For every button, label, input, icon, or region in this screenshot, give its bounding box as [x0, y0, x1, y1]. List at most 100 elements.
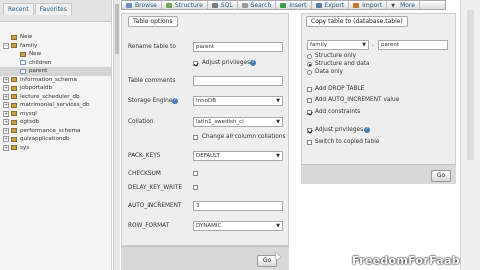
expand-icon[interactable]: + — [3, 136, 9, 143]
tree-database-item[interactable]: + performance_schema — [0, 127, 111, 136]
expand-icon[interactable]: + — [3, 144, 9, 151]
expand-icon[interactable]: + — [3, 93, 9, 100]
expand-icon[interactable]: + — [3, 119, 9, 126]
copy-db-select[interactable]: family ▼ — [307, 40, 369, 50]
tree-database-item[interactable]: + jobportaldb — [0, 84, 111, 93]
nav-scrollbar-thumb[interactable] — [115, 4, 119, 54]
chevron-down-icon: ▼ — [276, 223, 280, 229]
tree-table-item[interactable]: +parent — [0, 67, 111, 76]
database-icon — [11, 136, 17, 142]
menu-item-structure[interactable]: Structure — [162, 1, 208, 9]
navigation-panel: Recent Favorites +New−family+New+childre… — [0, 0, 112, 270]
expand-icon[interactable]: + — [3, 85, 9, 92]
auto-increment-input[interactable]: 3 — [193, 201, 283, 211]
copy-option-checkbox[interactable] — [307, 110, 312, 115]
copy-option-label: Adjust privileges — [315, 127, 364, 133]
tree-new-item[interactable]: +New — [0, 50, 111, 59]
copy-mode-label: Structure only — [315, 53, 357, 59]
menu-item-browse[interactable]: Browse — [122, 1, 162, 9]
main-scrollbar-thumb[interactable] — [467, 10, 474, 160]
row-format-select[interactable]: DYNAMIC ▼ — [193, 221, 283, 231]
chevron-down-icon: ▼ — [276, 98, 280, 104]
tree-database-item[interactable]: + ogtsdb — [0, 118, 111, 127]
new-icon — [20, 51, 26, 57]
database-icon — [11, 119, 17, 125]
tree-item-label: New — [29, 51, 42, 57]
copy-table-input[interactable]: parent — [378, 40, 448, 50]
menu-item-insert[interactable]: Insert — [276, 1, 312, 9]
help-icon[interactable]: ? — [364, 127, 370, 133]
collation-select[interactable]: latin1_swedish_ci ▼ — [193, 117, 283, 127]
tree-database-item[interactable]: − family — [0, 42, 111, 51]
engine-label: Storage Engine — [128, 98, 173, 104]
menu-item-more[interactable]: ▼ More — [387, 1, 420, 9]
pack-keys-select[interactable]: DEFAULT ▼ — [193, 151, 283, 161]
comments-label: Table comments — [128, 78, 176, 84]
expand-icon[interactable]: + — [3, 76, 9, 83]
copy-option-checkbox[interactable] — [307, 98, 312, 103]
auto-increment-label: AUTO_INCREMENT — [128, 203, 182, 209]
rename-label: Rename table to — [128, 44, 176, 50]
menu-item-search[interactable]: Search — [238, 1, 277, 9]
chevron-down-icon: ▼ — [276, 153, 280, 159]
change-collations-checkbox[interactable] — [193, 135, 198, 140]
nav-tab-favorites[interactable]: Favorites — [34, 3, 72, 15]
menu-item-sql[interactable]: SQL — [208, 1, 238, 9]
menu-item-label: Import — [362, 1, 383, 9]
table-icon — [20, 68, 26, 74]
tree-database-item[interactable]: + matrimonial_services_db — [0, 101, 111, 110]
copy-mode-radio[interactable] — [307, 54, 312, 59]
main-scrollbar[interactable] — [460, 0, 480, 270]
checksum-checkbox[interactable] — [193, 171, 198, 176]
copy-db-value: family — [310, 42, 327, 48]
tree-item-label: sys — [20, 144, 30, 151]
engine-select[interactable]: InnoDB ▼ — [193, 96, 283, 106]
change-collations-label: Change all column collations — [202, 134, 286, 140]
checksum-label: CHECKSUM — [128, 171, 161, 177]
collapse-icon[interactable]: − — [3, 42, 9, 49]
rename-input[interactable]: parent — [193, 42, 283, 52]
menu-item-import[interactable]: Import — [349, 1, 388, 9]
expand-icon[interactable]: + — [3, 127, 9, 134]
tree-database-item[interactable]: + lecture_scheduler_db — [0, 93, 111, 102]
nav-tab-recent[interactable]: Recent — [3, 3, 34, 15]
row-format-value: DYNAMIC — [196, 223, 222, 229]
table-options-footer: Go — [121, 246, 289, 270]
tree-database-item[interactable]: + information_schema — [0, 76, 111, 85]
tree-database-item[interactable]: + sys — [0, 144, 111, 153]
tree-database-item[interactable]: + mysql — [0, 110, 111, 119]
copy-mode-radio[interactable] — [307, 70, 312, 75]
engine-value: InnoDB — [196, 98, 216, 104]
insert-icon — [280, 2, 287, 8]
database-icon — [11, 145, 17, 151]
expand-icon[interactable]: + — [3, 110, 9, 117]
comments-input[interactable] — [193, 76, 283, 86]
nav-scrollbar[interactable] — [113, 0, 120, 270]
tree-new-item[interactable]: +New — [0, 33, 111, 42]
copy-table-go-button[interactable]: Go — [431, 170, 451, 182]
tree-table-item[interactable]: +children — [0, 59, 111, 68]
adjust-privileges-checkbox[interactable] — [193, 61, 198, 66]
tree-item-label: quizapplicationdb — [20, 136, 70, 142]
expand-icon[interactable]: + — [3, 102, 9, 109]
menu-item-label: Export — [324, 1, 345, 9]
export-icon — [315, 2, 322, 8]
watermark-text: FreedomForFaab — [352, 254, 460, 267]
copy-option-checkbox[interactable] — [307, 140, 312, 145]
copy-option-label: Add constraints — [315, 109, 361, 115]
copy-option-checkbox[interactable] — [307, 87, 312, 92]
delay-key-write-checkbox[interactable] — [193, 185, 198, 190]
sql-icon — [211, 2, 218, 8]
database-tree: +New−family+New+children+parent+informat… — [0, 22, 111, 152]
pack-keys-value: DEFAULT — [196, 153, 220, 159]
browse-icon — [126, 2, 132, 8]
copy-mode-radio[interactable] — [307, 62, 312, 67]
tree-database-item[interactable]: + quizapplicationdb — [0, 135, 111, 144]
help-icon[interactable]: ? — [250, 60, 256, 66]
copy-table-fieldset: Copy table to (database.table) family ▼ .… — [301, 13, 456, 184]
tree-item-label: New — [20, 34, 33, 40]
menu-item-export[interactable]: Export — [312, 1, 350, 9]
more-icon: ▼ — [391, 2, 395, 9]
copy-option-checkbox[interactable] — [307, 128, 312, 133]
help-icon[interactable]: ? — [172, 98, 178, 104]
